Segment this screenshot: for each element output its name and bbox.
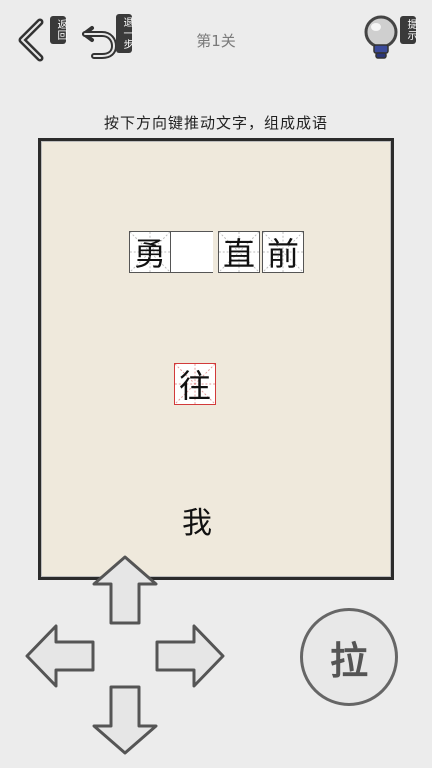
movable-word-tile: 往 xyxy=(174,363,216,405)
arrow-right-icon[interactable] xyxy=(154,622,226,690)
game-board: 勇 直 前 往 我 xyxy=(38,138,394,580)
lightbulb-icon xyxy=(364,15,398,59)
tile-char: 前 xyxy=(266,235,299,273)
tile-char: 直 xyxy=(222,235,255,273)
arrow-down-icon[interactable] xyxy=(90,684,160,756)
player-char: 我 xyxy=(182,506,212,541)
arrow-left-icon[interactable] xyxy=(24,622,96,690)
hint-button[interactable]: 提示 xyxy=(362,12,420,66)
hint-label: 提示 xyxy=(400,16,416,44)
pull-button[interactable]: 拉 xyxy=(300,608,398,706)
tile-char: 往 xyxy=(178,367,211,405)
pull-button-label: 拉 xyxy=(329,638,368,683)
tile-char: 勇 xyxy=(133,235,166,273)
instruction-text: 按下方向键推动文字，组成成语 xyxy=(103,114,328,132)
player-character: 我 xyxy=(176,499,218,541)
arrow-up-icon[interactable] xyxy=(90,554,160,626)
word-tile: 勇 xyxy=(129,231,171,273)
word-tile: 直 xyxy=(218,231,260,273)
word-tile: 前 xyxy=(262,231,304,273)
empty-slot xyxy=(171,231,213,273)
top-bar: 返回 退一步 第1关 提示 xyxy=(0,0,432,80)
